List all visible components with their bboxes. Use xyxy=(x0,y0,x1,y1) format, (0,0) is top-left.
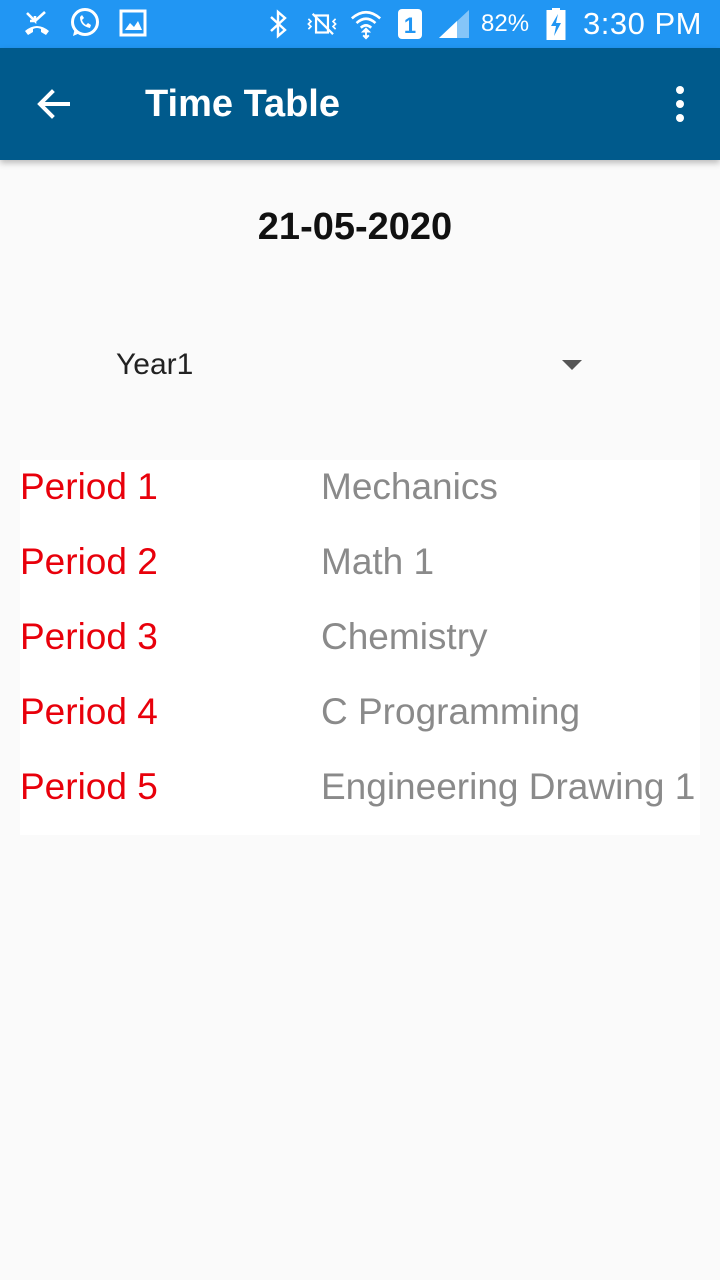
dropdown-arrow-icon xyxy=(562,360,582,370)
status-bar-system: 1 82% 3:30 PM xyxy=(261,0,702,48)
date-label: 21-05-2020 xyxy=(257,206,453,248)
image-icon xyxy=(116,6,150,40)
vibrate-mute-icon xyxy=(305,7,339,41)
bluetooth-icon xyxy=(261,7,295,41)
whatsapp-icon xyxy=(68,6,102,40)
period-subject: Mechanics xyxy=(321,466,498,507)
period-label: Period 3 xyxy=(20,616,158,657)
period-list: Period 1 Mechanics Period 2 Math 1 Perio… xyxy=(20,460,700,835)
signal-icon xyxy=(437,7,471,41)
list-item[interactable]: Period 4 C Programming xyxy=(20,685,700,760)
period-label: Period 4 xyxy=(20,691,158,732)
list-item[interactable]: Period 1 Mechanics xyxy=(20,460,700,535)
sim-1-icon: 1 xyxy=(393,7,427,41)
period-label: Period 5 xyxy=(20,766,158,807)
missed-call-icon xyxy=(20,6,54,40)
more-options-button[interactable] xyxy=(654,76,706,132)
app-bar: Time Table xyxy=(0,48,720,160)
list-item[interactable]: Period 2 Math 1 xyxy=(20,535,700,610)
status-clock: 3:30 PM xyxy=(583,6,702,41)
period-subject: Engineering Drawing 1 xyxy=(321,766,696,807)
page-title: Time Table xyxy=(145,83,340,125)
back-button[interactable] xyxy=(22,72,86,136)
period-subject: C Programming xyxy=(321,691,581,732)
period-label: Period 1 xyxy=(20,466,158,507)
battery-charging-icon xyxy=(539,7,573,41)
back-arrow-icon xyxy=(37,89,70,119)
wifi-icon xyxy=(349,7,383,41)
more-vert-icon xyxy=(676,86,684,122)
year-dropdown[interactable]: Year1 xyxy=(98,336,598,396)
list-item[interactable]: Period 5 Engineering Drawing 1 xyxy=(20,760,700,835)
period-subject: Math 1 xyxy=(321,541,435,582)
svg-text:1: 1 xyxy=(404,13,416,38)
battery-percentage: 82% xyxy=(481,10,530,37)
list-item[interactable]: Period 3 Chemistry xyxy=(20,610,700,685)
year-dropdown-value: Year1 xyxy=(116,348,194,381)
status-bar: 1 82% 3:30 PM xyxy=(0,0,720,48)
period-subject: Chemistry xyxy=(321,616,488,657)
status-bar-notifications xyxy=(20,6,150,40)
period-label: Period 2 xyxy=(20,541,158,582)
